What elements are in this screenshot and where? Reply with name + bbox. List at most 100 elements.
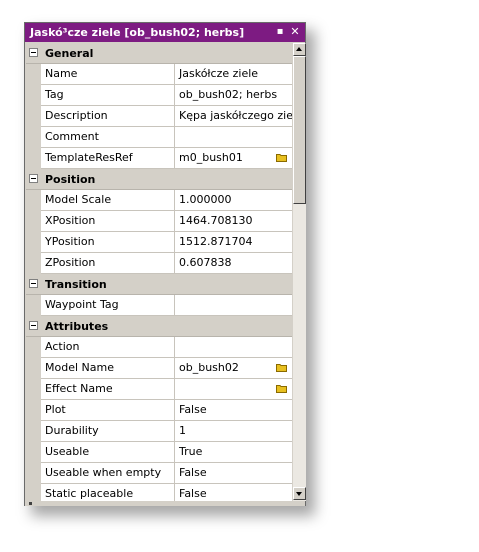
property-row[interactable]: Waypoint Tag <box>26 295 292 316</box>
row-gutter <box>26 253 41 274</box>
property-value[interactable]: False <box>175 400 292 421</box>
row-gutter <box>26 442 41 463</box>
property-name: Plot <box>41 400 175 421</box>
row-gutter <box>26 337 41 358</box>
property-value[interactable]: 0.607838 <box>175 253 292 274</box>
collapse-icon[interactable] <box>29 174 38 183</box>
property-value-text: Jaskółcze ziele <box>179 67 259 80</box>
property-value-text: 1 <box>179 424 186 437</box>
property-name: Useable <box>41 442 175 463</box>
property-row[interactable]: Model Name ob_bush02 <box>26 358 292 379</box>
property-row[interactable]: YPosition 1512.871704 <box>26 232 292 253</box>
property-name: Durability <box>41 421 175 442</box>
property-name: Static placeable <box>41 484 175 501</box>
property-value[interactable] <box>175 379 292 400</box>
property-value-text: ob_bush02 <box>179 361 239 374</box>
property-row[interactable]: Description Kępa jaskółczego ziela. <box>26 106 292 127</box>
properties-panel: Jaskó³cze ziele [ob_bush02; herbs] ▪ ✕ G… <box>24 22 306 506</box>
collapse-icon[interactable] <box>29 279 38 288</box>
category-label: Transition <box>45 278 107 291</box>
row-gutter <box>26 211 41 232</box>
property-value[interactable] <box>175 295 292 316</box>
category-general[interactable]: General <box>26 43 292 64</box>
property-name: Model Name <box>41 358 175 379</box>
category-attributes[interactable]: Attributes <box>26 316 292 337</box>
collapse-icon[interactable] <box>29 48 38 57</box>
property-row[interactable]: TemplateResRef m0_bush01 <box>26 148 292 169</box>
row-gutter <box>26 484 41 501</box>
row-gutter <box>26 148 41 169</box>
property-value[interactable]: m0_bush01 <box>175 148 292 169</box>
property-row[interactable]: Tag ob_bush02; herbs <box>26 85 292 106</box>
property-row[interactable]: Model Scale 1.000000 <box>26 190 292 211</box>
property-value[interactable]: True <box>175 442 292 463</box>
property-row[interactable]: Useable when empty False <box>26 463 292 484</box>
vertical-scrollbar[interactable] <box>292 43 306 501</box>
category-label: Attributes <box>45 320 109 333</box>
row-gutter <box>26 400 41 421</box>
property-name: Tag <box>41 85 175 106</box>
panel-titlebar[interactable]: Jaskó³cze ziele [ob_bush02; herbs] <box>25 23 305 42</box>
property-row[interactable]: Effect Name <box>26 379 292 400</box>
panel-bottom-edge <box>25 501 305 506</box>
row-gutter <box>26 463 41 484</box>
property-row[interactable]: Useable True <box>26 442 292 463</box>
scroll-up-button[interactable] <box>293 43 306 56</box>
property-name: Name <box>41 64 175 85</box>
row-gutter <box>26 358 41 379</box>
scroll-down-button[interactable] <box>293 487 306 500</box>
resize-grip-icon[interactable] <box>29 502 32 505</box>
property-value-text: False <box>179 487 207 500</box>
row-gutter <box>26 64 41 85</box>
property-value-text: False <box>179 403 207 416</box>
category-label: General <box>45 47 94 60</box>
property-name: ZPosition <box>41 253 175 274</box>
property-value[interactable]: 1 <box>175 421 292 442</box>
category-transition[interactable]: Transition <box>26 274 292 295</box>
property-value[interactable]: Kępa jaskółczego ziela. <box>175 106 292 127</box>
row-gutter <box>26 295 41 316</box>
property-value[interactable] <box>175 127 292 148</box>
close-icon[interactable]: ✕ <box>288 25 302 39</box>
category-position[interactable]: Position <box>26 169 292 190</box>
property-value-text: False <box>179 466 207 479</box>
property-name: Comment <box>41 127 175 148</box>
property-value-text: ob_bush02; herbs <box>179 88 278 101</box>
row-gutter <box>26 421 41 442</box>
property-value[interactable]: 1.000000 <box>175 190 292 211</box>
property-value-text: 0.607838 <box>179 256 232 269</box>
row-gutter <box>26 106 41 127</box>
property-row[interactable]: Plot False <box>26 400 292 421</box>
property-row[interactable]: XPosition 1464.708130 <box>26 211 292 232</box>
property-name: Description <box>41 106 175 127</box>
property-row[interactable]: Durability 1 <box>26 421 292 442</box>
pin-icon[interactable]: ▪ <box>273 25 287 39</box>
browse-folder-icon[interactable] <box>276 384 287 393</box>
property-value-text: 1512.871704 <box>179 235 253 248</box>
browse-folder-icon[interactable] <box>276 363 287 372</box>
collapse-icon[interactable] <box>29 321 38 330</box>
property-value[interactable] <box>175 337 292 358</box>
property-row[interactable]: ZPosition 0.607838 <box>26 253 292 274</box>
property-row[interactable]: Comment <box>26 127 292 148</box>
browse-folder-icon[interactable] <box>276 153 287 162</box>
property-name: Effect Name <box>41 379 175 400</box>
property-value-text: Kępa jaskółczego ziela. <box>179 109 292 122</box>
property-name: XPosition <box>41 211 175 232</box>
property-value[interactable]: False <box>175 463 292 484</box>
scroll-thumb[interactable] <box>293 56 306 204</box>
row-gutter <box>26 85 41 106</box>
property-value[interactable]: Jaskółcze ziele <box>175 64 292 85</box>
property-value[interactable]: ob_bush02 <box>175 358 292 379</box>
property-row[interactable]: Name Jaskółcze ziele <box>26 64 292 85</box>
property-value[interactable]: 1512.871704 <box>175 232 292 253</box>
property-row[interactable]: Action <box>26 337 292 358</box>
property-value[interactable]: ob_bush02; herbs <box>175 85 292 106</box>
row-gutter <box>26 127 41 148</box>
property-value[interactable]: False <box>175 484 292 501</box>
property-name: YPosition <box>41 232 175 253</box>
property-row[interactable]: Static placeable False <box>26 484 292 501</box>
property-value[interactable]: 1464.708130 <box>175 211 292 232</box>
property-name: TemplateResRef <box>41 148 175 169</box>
panel-title: Jaskó³cze ziele [ob_bush02; herbs] <box>30 26 245 39</box>
